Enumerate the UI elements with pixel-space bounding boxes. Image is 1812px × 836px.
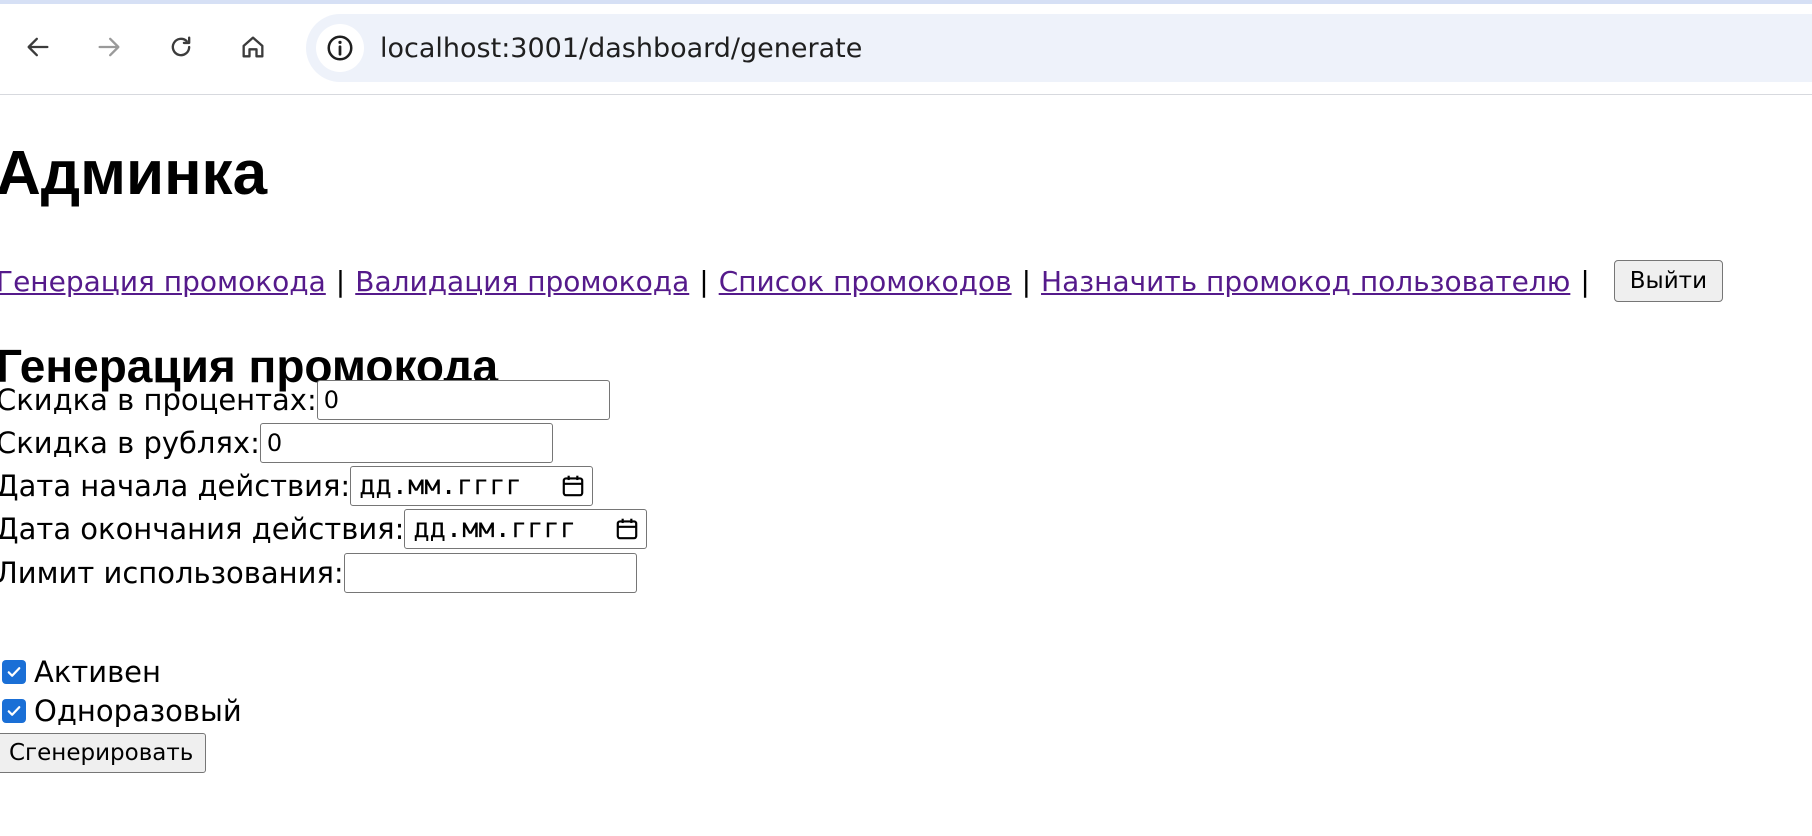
url-text[interactable]: localhost:3001/dashboard/generate xyxy=(380,33,862,64)
site-info-button[interactable] xyxy=(316,24,364,72)
rub-label: Скидка в рублях: xyxy=(0,425,260,460)
single-use-checkbox[interactable] xyxy=(2,699,26,723)
forward-button[interactable] xyxy=(89,27,129,67)
limit-label: Лимит использования: xyxy=(0,555,344,590)
address-bar[interactable]: localhost:3001/dashboard/generate xyxy=(306,14,1812,82)
single-use-label: Одноразовый xyxy=(34,694,242,728)
checkmark-icon xyxy=(7,706,21,716)
percent-label: Скидка в процентах: xyxy=(0,382,317,417)
active-checkbox[interactable] xyxy=(2,660,26,684)
rub-input[interactable]: 0 xyxy=(259,422,553,463)
nav-separator: | xyxy=(335,264,346,298)
forward-arrow-icon xyxy=(98,37,120,57)
page-title: Админка xyxy=(0,139,268,208)
back-button[interactable] xyxy=(18,27,58,67)
back-arrow-icon xyxy=(27,37,49,57)
logout-button[interactable]: Выйти xyxy=(1613,260,1724,302)
nav-link-generate[interactable]: Генерация промокода xyxy=(0,265,326,298)
end-date-label: Дата окончания действия: xyxy=(0,511,405,546)
reload-icon xyxy=(171,36,191,57)
nav-separator: | xyxy=(1580,264,1590,298)
percent-input-value: 0 xyxy=(323,385,340,414)
nav-separator: | xyxy=(699,264,709,298)
limit-input[interactable] xyxy=(343,552,637,593)
rub-input-value: 0 xyxy=(266,428,283,457)
limit-row: Лимит использования: xyxy=(0,551,637,594)
start-date-row: Дата начала действия: дд.мм.гггг xyxy=(0,464,594,507)
calendar-icon[interactable] xyxy=(614,516,640,542)
browser-toolbar: localhost:3001/dashboard/generate xyxy=(0,0,1812,95)
single-use-row: Одноразовый xyxy=(0,694,242,728)
admin-nav: Генерация промокода | Валидация промокод… xyxy=(0,257,1724,305)
nav-separator: | xyxy=(1021,264,1032,298)
start-date-input[interactable]: дд.мм.гггг xyxy=(350,465,594,506)
checkmark-icon xyxy=(7,667,21,677)
active-label: Активен xyxy=(34,655,161,689)
end-date-placeholder: дд.мм.гггг xyxy=(413,513,576,544)
calendar-icon[interactable] xyxy=(560,473,586,499)
site-info-icon xyxy=(327,35,353,61)
active-row: Активен xyxy=(0,655,161,689)
percent-input[interactable]: 0 xyxy=(316,379,610,420)
end-date-row: Дата окончания действия: дд.мм.гггг xyxy=(0,507,648,550)
start-date-label: Дата начала действия: xyxy=(0,468,351,503)
reload-button[interactable] xyxy=(161,27,201,67)
home-icon xyxy=(242,36,264,58)
start-date-placeholder: дд.мм.гггг xyxy=(359,470,522,501)
tab-strip-edge xyxy=(0,0,1812,4)
percent-row: Скидка в процентах: 0 xyxy=(0,378,610,421)
end-date-input[interactable]: дд.мм.гггг xyxy=(404,508,648,549)
nav-link-list[interactable]: Список промокодов xyxy=(719,265,1012,298)
rub-row: Скидка в рублях: 0 xyxy=(0,421,553,464)
generate-button[interactable]: Сгенерировать xyxy=(0,733,207,773)
nav-link-validate[interactable]: Валидация промокода xyxy=(355,265,689,298)
nav-link-assign[interactable]: Назначить промокод пользователю xyxy=(1041,265,1570,298)
home-button[interactable] xyxy=(233,27,273,67)
